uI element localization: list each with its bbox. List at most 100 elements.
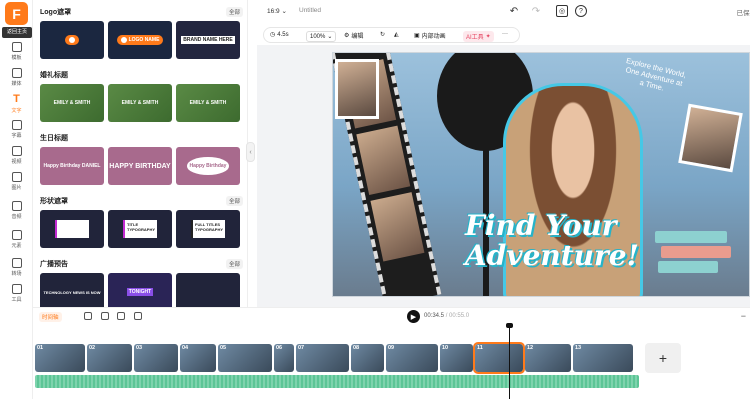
clip-number: 08	[353, 345, 360, 351]
template-thumb[interactable]: Happy Birthday	[176, 147, 240, 185]
video-editor-app: F 返回主页 模板 媒体 T 文字 字幕 视频 图片 音频 元素 转场 工具 Lo…	[0, 0, 750, 399]
timeline-clip[interactable]: 04	[180, 344, 216, 372]
template-thumb[interactable]: Happy Birthday DANIEL	[40, 147, 104, 185]
clip-number: 01	[37, 345, 44, 351]
rail-item-transitions[interactable]: 转场	[0, 254, 33, 280]
rotate-icon[interactable]: ↻	[380, 31, 385, 38]
template-thumb[interactable]	[40, 21, 104, 59]
rail-item-subtitles[interactable]: 字幕	[0, 116, 33, 142]
section-title: 广播预告	[40, 261, 68, 268]
video-icon	[11, 145, 22, 156]
clip-track: 01 02 03 04 05 06 07 08 09 10 11 12 13	[35, 342, 640, 374]
duplicate-icon[interactable]	[117, 312, 125, 320]
screenshot-icon[interactable]: ◎	[556, 5, 568, 17]
photo-sticker[interactable]	[335, 59, 379, 119]
template-thumb[interactable]: BRAND NAME HERE	[176, 21, 240, 59]
project-title[interactable]: Untitled	[299, 7, 321, 14]
section-logo-masks: Logo遮罩 全部 LOGO NAME BRAND NAME HERE	[40, 6, 243, 59]
template-thumb[interactable]: EMILY & SMITH	[176, 84, 240, 122]
duration-button[interactable]: ◷ 4.5s	[270, 31, 289, 39]
rail-item-elements[interactable]: 元素	[0, 226, 33, 252]
clip-number: 13	[575, 345, 582, 351]
section-birthday-titles: 生日标题 Happy Birthday DANIEL HAPPY BIRTHDA…	[40, 132, 243, 185]
ai-tools-button[interactable]: AI工具 ✦	[463, 31, 494, 42]
play-button[interactable]: ▶	[407, 310, 420, 323]
timeline-clip[interactable]: 07	[296, 344, 349, 372]
see-all-button[interactable]: 全部	[225, 196, 243, 206]
rail-item-tools[interactable]: 工具	[0, 280, 33, 306]
template-thumb[interactable]	[40, 210, 104, 248]
help-icon[interactable]: ?	[575, 5, 587, 17]
template-thumb[interactable]: FULL TITLES TYPOGRAPHY	[176, 210, 240, 248]
collapse-panel-button[interactable]: ‹	[246, 142, 255, 162]
timeline-mode-button[interactable]: 时间轴	[39, 312, 62, 322]
timeline: 01 02 03 04 05 06 07 08 09 10 11 12 13 +	[33, 323, 750, 399]
timeline-clip[interactable]: 08	[351, 344, 384, 372]
more-icon[interactable]: ···	[502, 31, 508, 37]
section-broadcast-promos: 广播预告 全部 TECHNOLOGY NEWS IS NOW TONIGHT	[40, 258, 243, 307]
undo-icon[interactable]: ↶	[508, 5, 520, 17]
home-logo-button[interactable]: F	[5, 2, 28, 25]
template-thumb[interactable]: EMILY & SMITH	[108, 84, 172, 122]
transition-icon	[11, 257, 22, 268]
section-wedding-titles: 婚礼标题 EMILY & SMITH EMILY & SMITH EMILY &…	[40, 69, 243, 122]
timeline-clip[interactable]: 03	[134, 344, 178, 372]
template-thumb[interactable]	[176, 273, 240, 307]
see-all-button[interactable]: 全部	[225, 259, 243, 269]
timeline-clip[interactable]: 01	[35, 344, 85, 372]
add-clip-button[interactable]: +	[645, 343, 681, 373]
rail-item-media[interactable]: 媒体	[0, 64, 33, 90]
clip-number: 07	[298, 345, 305, 351]
audio-track[interactable]	[35, 375, 639, 388]
text-icon: T	[13, 92, 20, 105]
template-thumb[interactable]: HAPPY BIRTHDAY	[108, 147, 172, 185]
image-icon	[11, 171, 22, 182]
edit-button[interactable]: ⚙ 编辑	[344, 31, 363, 40]
template-thumb[interactable]: EMILY & SMITH	[40, 84, 104, 122]
photo-sticker[interactable]	[678, 103, 743, 173]
template-icon	[11, 41, 22, 52]
template-thumb[interactable]: TECHNOLOGY NEWS IS NOW	[40, 273, 104, 307]
clip-number: 09	[388, 345, 395, 351]
template-thumb[interactable]: TITLE TYPOGRAPHY	[108, 210, 172, 248]
timeline-clip[interactable]: 06	[274, 344, 294, 372]
see-all-button[interactable]: 全部	[225, 7, 243, 17]
timeline-clip[interactable]: 12	[525, 344, 571, 372]
time-readout: 00:34.5 / 00:55.0	[424, 313, 470, 319]
timeline-clip[interactable]: 10	[440, 344, 473, 372]
delete-icon[interactable]	[134, 312, 142, 320]
zoom-out-icon[interactable]: −	[741, 311, 746, 321]
rail-item-templates[interactable]: 模板	[0, 38, 33, 64]
clip-number: 12	[527, 345, 534, 351]
timeline-clip[interactable]: 09	[386, 344, 438, 372]
video-canvas[interactable]: Find Your Adventure! Explore the World, O…	[332, 52, 750, 297]
clip-number: 04	[182, 345, 189, 351]
rail-item-audio[interactable]: 音频	[0, 197, 33, 223]
animation-icon: ▣	[414, 33, 420, 39]
headline-text[interactable]: Find Your Adventure!	[465, 211, 645, 271]
rail-item-images[interactable]: 图片	[0, 168, 33, 194]
timeline-clip[interactable]: 05	[218, 344, 272, 372]
zoom-select[interactable]: 100% ⌄	[306, 31, 337, 42]
subtitle-icon	[11, 119, 22, 130]
rail-item-text[interactable]: T 文字	[0, 90, 33, 116]
playback-bar: 时间轴 ▶ 00:34.5 / 00:55.0 −	[33, 307, 750, 325]
template-thumb[interactable]: TONIGHT	[108, 273, 172, 307]
inner-animation-button[interactable]: ▣ 内部动画	[414, 31, 446, 40]
timeline-clip[interactable]: 02	[87, 344, 132, 372]
media-icon	[11, 67, 22, 78]
redo-icon[interactable]: ↷	[530, 5, 542, 17]
home-tooltip: 返回主页	[2, 27, 32, 38]
timeline-clip[interactable]: 13	[573, 344, 633, 372]
clip-number: 06	[276, 345, 283, 351]
timeline-clip[interactable]: 11	[473, 342, 525, 374]
template-thumb[interactable]: LOGO NAME	[108, 21, 172, 59]
split-icon[interactable]	[101, 312, 109, 320]
flip-icon[interactable]: ◭	[394, 31, 399, 38]
add-icon[interactable]	[84, 312, 92, 320]
signpost	[661, 246, 731, 258]
section-title: Logo遮罩	[40, 9, 72, 16]
aspect-ratio-select[interactable]: 16:9 ⌄	[267, 7, 287, 15]
playhead[interactable]	[506, 323, 513, 399]
rail-item-video[interactable]: 视频	[0, 142, 33, 168]
